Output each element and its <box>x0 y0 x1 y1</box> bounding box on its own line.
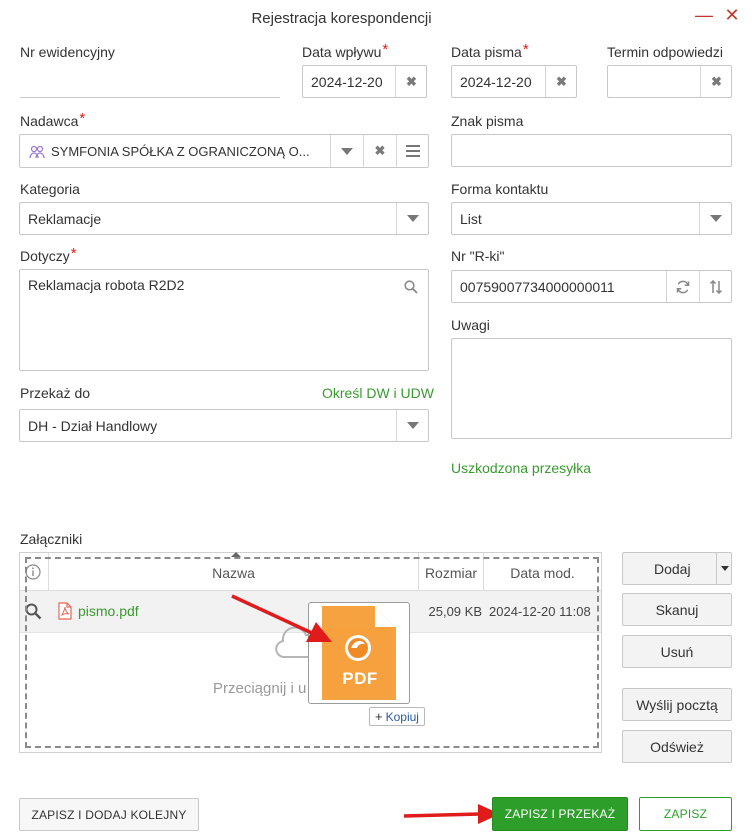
forma-kontaktu-value: List <box>460 210 482 227</box>
sort-asc-icon <box>231 552 241 557</box>
pdf-file-icon <box>58 602 72 623</box>
data-wplywu-value: 2024-12-20 <box>311 73 383 90</box>
attachment-date: 2024-12-20 11:08 <box>489 604 591 619</box>
preview-search-icon[interactable] <box>25 603 42 623</box>
nadawca-label: Nadawca* <box>20 110 86 129</box>
dotyczy-value: Reklamacja robota R2D2 <box>28 277 185 293</box>
data-pisma-value: 2024-12-20 <box>460 73 532 90</box>
required-marker: * <box>79 110 86 127</box>
red-arrow-annotation <box>403 804 500 824</box>
send-mail-button[interactable]: Wyślij pocztą <box>622 688 732 721</box>
uwagi-label: Uwagi <box>451 317 490 333</box>
przekaz-do-select[interactable]: DH - Dział Handlowy <box>19 409 429 442</box>
column-header-data-mod[interactable]: Data mod. <box>484 565 601 581</box>
required-marker: * <box>70 245 77 262</box>
nadawca-value: SYMFONIA SPÓŁKA Z OGRANICZONĄ O... <box>51 143 310 159</box>
close-icon[interactable]: ✕ <box>723 6 741 24</box>
required-marker: * <box>382 41 389 58</box>
clear-icon[interactable]: ✖ <box>395 66 427 97</box>
kategoria-value: Reklamacje <box>28 210 102 227</box>
clear-icon[interactable]: ✖ <box>363 135 396 167</box>
column-header-rozmiar[interactable]: Rozmiar <box>419 565 483 581</box>
contractor-icon <box>29 144 45 160</box>
list-icon[interactable] <box>396 135 429 167</box>
kategoria-select[interactable]: Reklamacje <box>19 202 429 235</box>
termin-odpowiedzi-label: Termin odpowiedzi <box>607 44 723 60</box>
chevron-down-icon[interactable] <box>330 135 363 167</box>
scan-button[interactable]: Skanuj <box>622 593 732 626</box>
copy-tooltip-label: Kopiuj <box>385 709 419 724</box>
copy-tooltip: + Kopiuj <box>369 707 425 726</box>
nr-ewidencyjny-field[interactable] <box>20 97 280 98</box>
data-wplywu-label: Data wpływu* <box>302 41 389 60</box>
nadawca-field[interactable]: SYMFONIA SPÓŁKA Z OGRANICZONĄ O... ✖ <box>19 134 429 168</box>
attachment-name-link[interactable]: pismo.pdf <box>78 603 139 619</box>
data-pisma-label: Data pisma* <box>451 41 529 60</box>
termin-odpowiedzi-field[interactable]: ✖ <box>607 65 732 98</box>
column-header-nazwa[interactable]: Nazwa <box>49 565 418 581</box>
attachment-size: 25,09 KB <box>428 604 483 619</box>
znak-pisma-input[interactable] <box>451 134 732 167</box>
pdf-badge-text: PDF <box>342 669 378 688</box>
refresh-button[interactable]: Odśwież <box>622 730 732 763</box>
nr-rki-label: Nr "R-ki" <box>451 248 505 264</box>
info-icon[interactable] <box>25 564 41 583</box>
remove-button[interactable]: Usuń <box>622 635 732 668</box>
chevron-down-icon[interactable] <box>396 203 429 234</box>
zalaczniki-label: Załączniki <box>20 531 83 547</box>
grid-header: Nazwa Rozmiar Data mod. <box>20 552 601 591</box>
przekaz-do-value: DH - Dział Handlowy <box>28 417 158 434</box>
search-icon[interactable] <box>404 280 418 297</box>
znak-pisma-label: Znak pisma <box>451 113 524 129</box>
chevron-down-icon[interactable] <box>699 203 732 234</box>
required-marker: * <box>522 41 529 58</box>
clear-icon[interactable]: ✖ <box>700 66 732 97</box>
chevron-down-icon[interactable] <box>396 410 429 441</box>
clear-icon[interactable]: ✖ <box>545 66 577 97</box>
przekaz-do-label: Przekaż do <box>20 385 91 401</box>
minimize-icon[interactable]: — <box>695 6 713 24</box>
save-and-forward-button[interactable]: ZAPISZ I PRZEKAŻ <box>492 797 628 831</box>
uszkodzona-przesylka-link[interactable]: Uszkodzona przesyłka <box>451 460 591 476</box>
sort-icon[interactable] <box>699 271 732 302</box>
plus-icon: + <box>375 709 383 724</box>
add-attachment-label: Dodaj <box>654 560 691 577</box>
dotyczy-textarea[interactable]: Reklamacja robota R2D2 <box>19 269 429 371</box>
nr-rki-field[interactable]: 00759007734000000011 <box>451 270 732 303</box>
data-pisma-field[interactable]: 2024-12-20 ✖ <box>451 65 577 98</box>
drop-hint: Przeciągnij i u <box>213 680 307 697</box>
red-arrow-annotation <box>231 594 332 642</box>
kategoria-label: Kategoria <box>20 181 80 197</box>
forma-kontaktu-select[interactable]: List <box>451 202 732 235</box>
okresl-dw-udw-link[interactable]: Określ DW i UDW <box>322 385 434 401</box>
dotyczy-label: Dotyczy* <box>20 245 77 264</box>
data-wplywu-field[interactable]: 2024-12-20 ✖ <box>302 65 427 98</box>
caret-down-icon[interactable] <box>721 566 729 571</box>
refresh-icon[interactable] <box>666 271 699 302</box>
uwagi-textarea[interactable] <box>451 338 732 439</box>
nr-ewidencyjny-label: Nr ewidencyjny <box>20 44 115 60</box>
save-and-add-next-button[interactable]: ZAPISZ I DODAJ KOLEJNY <box>19 798 199 831</box>
add-attachment-button[interactable]: Dodaj <box>622 552 732 585</box>
save-button[interactable]: ZAPISZ <box>639 797 732 831</box>
nr-rki-value: 00759007734000000011 <box>460 278 615 295</box>
forma-kontaktu-label: Forma kontaktu <box>451 181 549 197</box>
dialog-title: Rejestracja korespondencji <box>251 10 432 27</box>
